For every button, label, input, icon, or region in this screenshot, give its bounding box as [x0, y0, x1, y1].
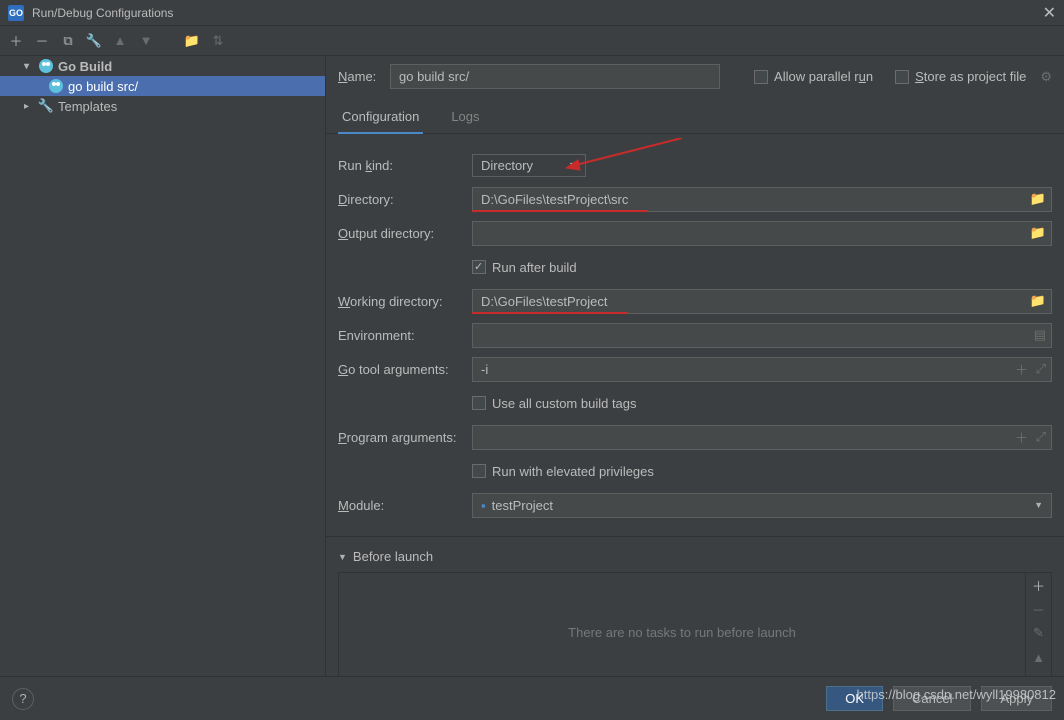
copy-config-icon[interactable]: ⧉	[60, 33, 76, 49]
list-icon[interactable]: ▤	[1034, 327, 1046, 343]
config-tree: ▾ Go Build go build src/ ▸ 🔧 Templates	[0, 56, 326, 676]
before-launch-label: Before launch	[353, 549, 433, 564]
add-config-icon[interactable]: ＋	[8, 33, 24, 49]
tree-templates[interactable]: ▸ 🔧 Templates	[0, 96, 325, 116]
browse-icon[interactable]: 📁	[1030, 191, 1046, 207]
remove-task-icon[interactable]: －	[1026, 597, 1051, 621]
window-title: Run/Debug Configurations	[32, 6, 1043, 20]
move-up-icon[interactable]: ▲	[112, 33, 128, 49]
before-launch-list: There are no tasks to run before launch …	[338, 572, 1052, 676]
checkbox-icon	[472, 396, 486, 410]
custom-tags-checkbox[interactable]: Use all custom build tags	[472, 396, 637, 411]
working-dir-input[interactable]	[472, 289, 1052, 314]
wrench-icon[interactable]: 🔧	[86, 33, 102, 49]
chevron-down-icon: ▼	[1034, 500, 1043, 510]
checkbox-label: Run with elevated privileges	[492, 464, 654, 479]
go-tool-args-input[interactable]	[472, 357, 1052, 382]
environment-input[interactable]	[472, 323, 1052, 348]
go-icon	[38, 58, 54, 74]
tree-label: Go Build	[58, 59, 112, 74]
name-label: Name:	[338, 69, 382, 84]
plus-icon[interactable]: ＋	[1015, 360, 1028, 379]
toolbar: ＋ － ⧉ 🔧 ▲ ▼ 📁 ⇅	[0, 26, 1064, 56]
browse-icon[interactable]: 📁	[1030, 225, 1046, 241]
close-icon[interactable]: ✕	[1043, 3, 1056, 23]
plus-icon[interactable]: ＋	[1015, 428, 1028, 447]
ok-button[interactable]: OK	[826, 686, 883, 711]
module-label: Module:	[338, 498, 472, 513]
directory-label: Directory:	[338, 192, 472, 207]
move-up-icon[interactable]: ▲	[1026, 645, 1051, 669]
tabs: Configuration Logs	[326, 101, 1064, 134]
cancel-button[interactable]: Cancel	[893, 686, 971, 711]
program-args-input[interactable]	[472, 425, 1052, 450]
tab-configuration[interactable]: Configuration	[338, 101, 423, 134]
elevated-checkbox[interactable]: Run with elevated privileges	[472, 464, 654, 479]
move-down-icon[interactable]: ▼	[138, 33, 154, 49]
checkbox-label: Allow parallel run	[774, 69, 873, 84]
edit-task-icon[interactable]: ✎	[1026, 621, 1051, 645]
module-dropdown[interactable]: ▪ testProject ▼	[472, 493, 1052, 518]
module-icon: ▪	[481, 498, 486, 513]
store-project-checkbox[interactable]: Store as project file	[895, 69, 1026, 84]
dropdown-value: testProject	[492, 498, 553, 513]
name-input[interactable]	[390, 64, 720, 89]
wrench-icon: 🔧	[38, 98, 54, 114]
directory-input[interactable]	[472, 187, 1052, 212]
empty-text: There are no tasks to run before launch	[339, 573, 1025, 676]
checkbox-label: Run after build	[492, 260, 577, 275]
run-kind-dropdown[interactable]: Directory ▼	[472, 154, 586, 177]
expand-icon: ▸	[24, 101, 38, 112]
checkbox-label: Store as project file	[915, 69, 1026, 84]
dropdown-value: Directory	[481, 158, 533, 173]
expand-icon[interactable]: ⤢	[1036, 361, 1046, 377]
tree-go-build[interactable]: ▾ Go Build	[0, 56, 325, 76]
run-kind-label: Run kind:	[338, 158, 472, 173]
move-down-icon[interactable]: ▼	[1026, 669, 1051, 676]
checkbox-icon	[754, 70, 768, 84]
checkbox-icon	[472, 260, 486, 274]
folder-icon[interactable]: 📁	[184, 33, 200, 49]
output-dir-label: Output directory:	[338, 226, 472, 241]
add-task-icon[interactable]: ＋	[1026, 573, 1051, 597]
go-tool-args-label: Go tool arguments:	[338, 362, 472, 377]
remove-config-icon[interactable]: －	[34, 33, 50, 49]
tree-label: Templates	[58, 99, 117, 114]
content-panel: Name: Allow parallel run Store as projec…	[326, 56, 1064, 676]
tab-logs[interactable]: Logs	[447, 101, 483, 133]
allow-parallel-checkbox[interactable]: Allow parallel run	[754, 69, 873, 84]
run-after-build-checkbox[interactable]: Run after build	[472, 260, 577, 275]
chevron-down-icon: ▼	[338, 552, 347, 562]
gear-icon[interactable]: ⚙	[1040, 69, 1052, 85]
environment-label: Environment:	[338, 328, 472, 343]
help-icon[interactable]: ?	[12, 688, 34, 710]
bottom-bar: ? OK Cancel Apply	[0, 676, 1064, 720]
tree-label: go build src/	[68, 79, 138, 94]
expand-icon[interactable]: ⤢	[1036, 429, 1046, 445]
titlebar: GO Run/Debug Configurations ✕	[0, 0, 1064, 26]
before-launch-header[interactable]: ▼ Before launch	[338, 549, 1052, 564]
apply-button[interactable]: Apply	[981, 686, 1052, 711]
annotation-underline	[472, 312, 628, 314]
checkbox-label: Use all custom build tags	[492, 396, 637, 411]
tree-go-build-src[interactable]: go build src/	[0, 76, 325, 96]
go-icon	[48, 78, 64, 94]
chevron-down-icon: ▼	[568, 160, 577, 170]
program-args-label: Program arguments:	[338, 430, 472, 445]
working-dir-label: Working directory:	[338, 294, 472, 309]
annotation-underline	[472, 210, 648, 212]
output-dir-input[interactable]	[472, 221, 1052, 246]
app-icon: GO	[8, 5, 24, 21]
browse-icon[interactable]: 📁	[1030, 293, 1046, 309]
expand-icon: ▾	[24, 61, 38, 72]
checkbox-icon	[472, 464, 486, 478]
sort-icon[interactable]: ⇅	[210, 33, 226, 49]
checkbox-icon	[895, 70, 909, 84]
